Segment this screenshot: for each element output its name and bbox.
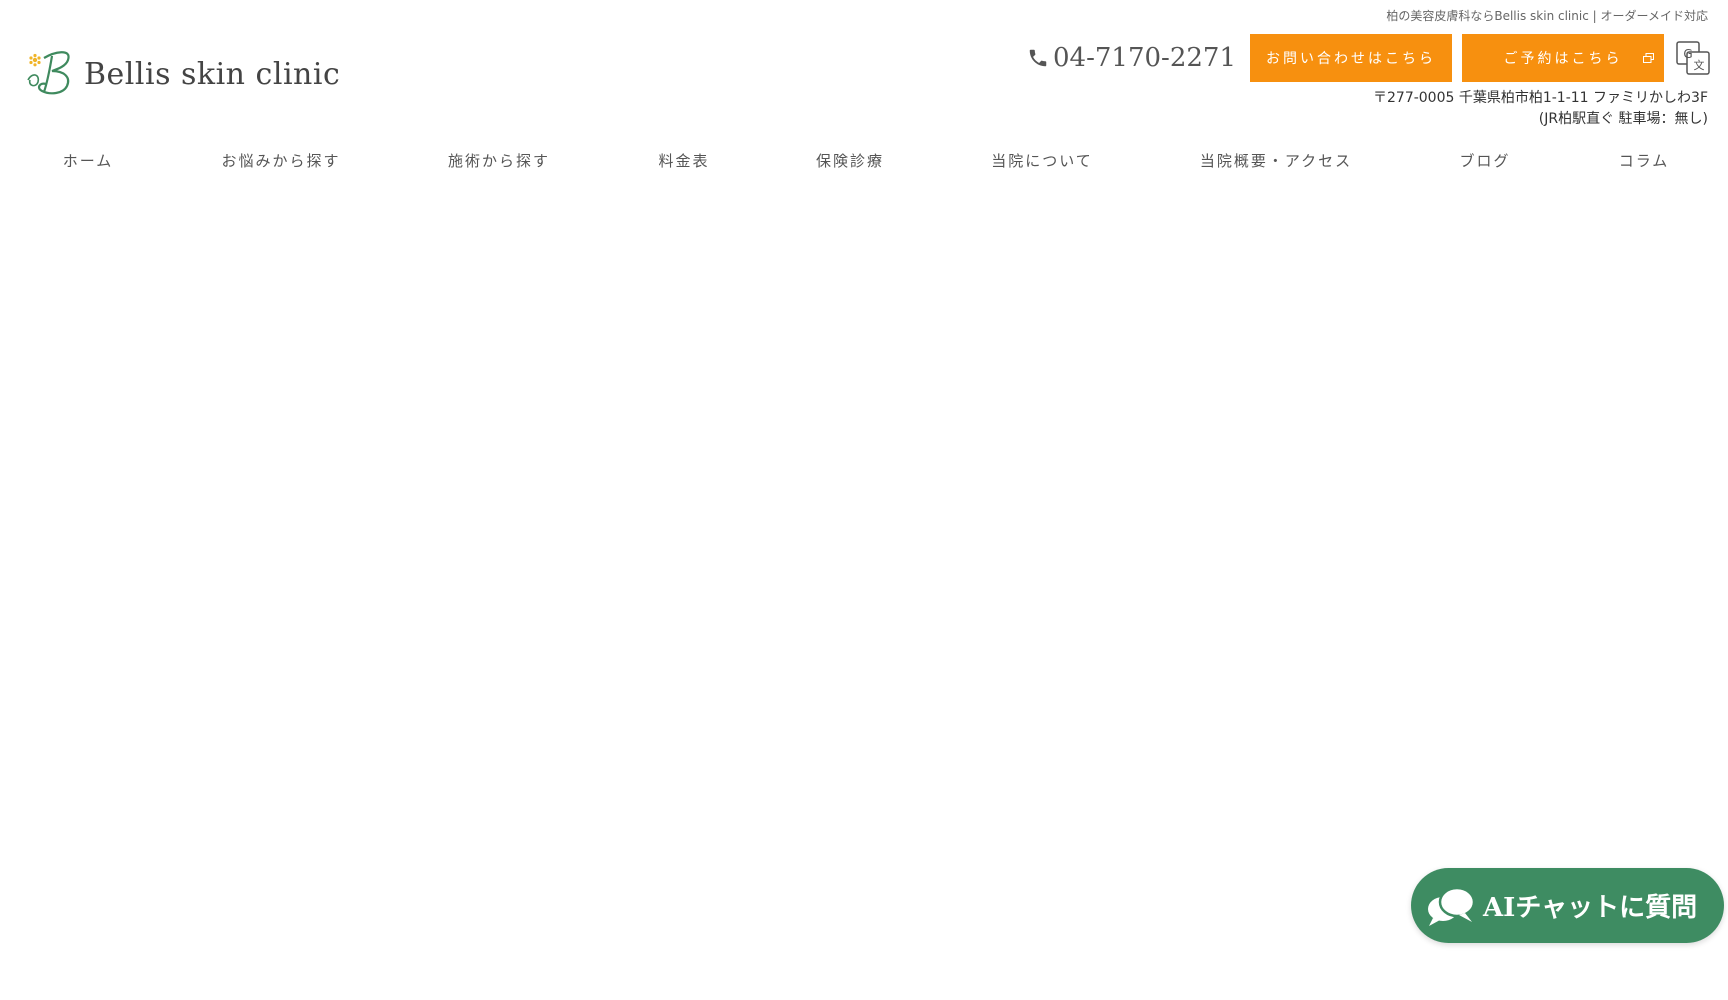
header-actions: 04-7170-2271 お問い合わせはこちら ご予約はこちら G 文 <box>1027 34 1710 82</box>
google-translate-icon[interactable]: G 文 <box>1676 41 1710 75</box>
clinic-logo[interactable]: Bellis skin clinic <box>24 50 340 98</box>
nav-item-access[interactable]: 当院概要・アクセス <box>1200 150 1352 171</box>
nav-item-home[interactable]: ホーム <box>63 150 114 171</box>
site-tagline: 柏の美容皮膚科ならBellis skin clinic | オーダーメイド対応 <box>1386 9 1708 23</box>
page: 柏の美容皮膚科ならBellis skin clinic | オーダーメイド対応 … <box>0 0 1728 1000</box>
nav-item-about[interactable]: 当院について <box>991 150 1093 171</box>
nav-item-blog[interactable]: ブログ <box>1459 150 1510 171</box>
reserve-button-label: ご予約はこちら <box>1503 51 1623 67</box>
svg-text:文: 文 <box>1694 58 1705 72</box>
chat-bubble-icon <box>1428 886 1476 926</box>
contact-button[interactable]: お問い合わせはこちら <box>1250 34 1452 82</box>
nav-item-column[interactable]: コラム <box>1619 150 1670 171</box>
clinic-address: 〒277-0005 千葉県柏市柏1-1-11 ファミリかしわ3F (JR柏駅直ぐ… <box>1373 88 1708 130</box>
ai-chat-label: AIチャットに質問 <box>1483 893 1698 923</box>
address-line-2: (JR柏駅直ぐ 駐車場：無し) <box>1538 111 1708 127</box>
svg-text:G: G <box>1683 47 1692 61</box>
reserve-button[interactable]: ご予約はこちら <box>1462 34 1664 82</box>
logo-mark-icon <box>27 51 70 95</box>
nav-item-prices[interactable]: 料金表 <box>658 150 709 171</box>
nav-item-concerns[interactable]: お悩みから探す <box>221 150 340 171</box>
nav-item-treatments[interactable]: 施術から探す <box>448 150 550 171</box>
external-link-icon <box>1643 53 1654 63</box>
phone-icon <box>1029 49 1047 67</box>
nav-item-insurance[interactable]: 保険診療 <box>816 150 884 171</box>
address-line-1: 〒277-0005 千葉県柏市柏1-1-11 ファミリかしわ3F <box>1373 90 1708 106</box>
phone-number: 04-7170-2271 <box>1053 43 1236 73</box>
phone-link[interactable]: 04-7170-2271 <box>1027 43 1236 73</box>
ai-chat-button[interactable]: AIチャットに質問 <box>1411 868 1724 943</box>
logo-text: Bellis skin clinic <box>84 56 341 92</box>
main-nav: ホーム お悩みから探す 施術から探す 料金表 保険診療 当院について 当院概要・… <box>0 150 1728 190</box>
